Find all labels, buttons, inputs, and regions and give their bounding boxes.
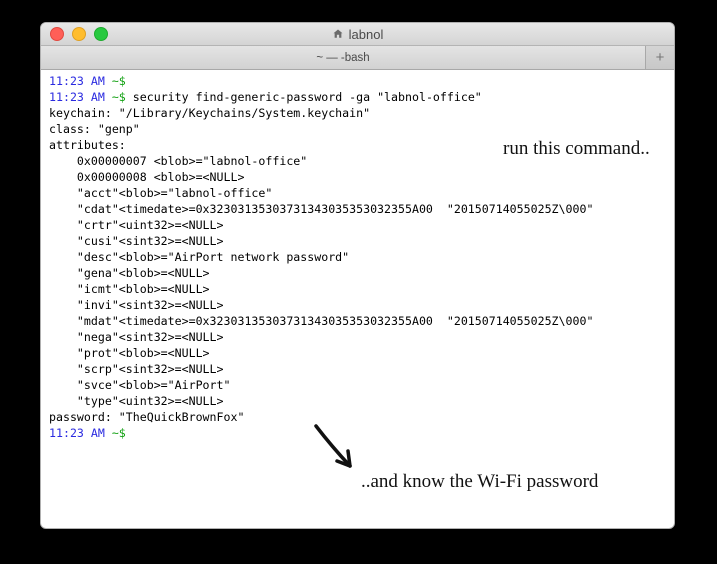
output-line: "cdat"<timedate>=0x323031353037313430353… [49, 202, 666, 218]
output-line: 0x00000008 <blob>=<NULL> [49, 170, 666, 186]
password-line: password: "TheQuickBrownFox" [49, 410, 666, 426]
new-tab-button[interactable]: + [646, 46, 674, 69]
tab-label: ~ — -bash [316, 52, 369, 64]
output-line: class: "genp" [49, 122, 666, 138]
output-line: "desc"<blob>="AirPort network password" [49, 250, 666, 266]
output-line: "cusi"<sint32>=<NULL> [49, 234, 666, 250]
output-line: 0x00000007 <blob>="labnol-office" [49, 154, 666, 170]
terminal-window: labnol ~ — -bash + 11:23 AM ~$11:23 AM ~… [40, 22, 675, 529]
command-line: 11:23 AM ~$ security find-generic-passwo… [49, 90, 666, 106]
output-line: "nega"<sint32>=<NULL> [49, 330, 666, 346]
traffic-lights [41, 27, 108, 41]
output-line: "icmt"<blob>=<NULL> [49, 282, 666, 298]
close-button[interactable] [50, 27, 64, 41]
plus-icon: + [656, 49, 665, 66]
tab-bash[interactable]: ~ — -bash [41, 46, 646, 69]
prompt-line: 11:23 AM ~$ [49, 426, 666, 442]
output-line: "crtr"<uint32>=<NULL> [49, 218, 666, 234]
output-line: "prot"<blob>=<NULL> [49, 346, 666, 362]
output-line: attributes: [49, 138, 666, 154]
prompt-line: 11:23 AM ~$ [49, 74, 666, 90]
output-line: "type"<uint32>=<NULL> [49, 394, 666, 410]
terminal-content[interactable]: 11:23 AM ~$11:23 AM ~$ security find-gen… [41, 70, 674, 450]
output-line: "acct"<blob>="labnol-office" [49, 186, 666, 202]
annotation-know-password: ..and know the Wi-Fi password [361, 471, 598, 493]
output-line: "mdat"<timedate>=0x323031353037313430353… [49, 314, 666, 330]
window-title: labnol [349, 27, 384, 42]
output-line: "gena"<blob>=<NULL> [49, 266, 666, 282]
output-line: "svce"<blob>="AirPort" [49, 378, 666, 394]
maximize-button[interactable] [94, 27, 108, 41]
minimize-button[interactable] [72, 27, 86, 41]
home-icon [332, 28, 344, 40]
tab-bar: ~ — -bash + [41, 46, 674, 70]
output-line: "scrp"<sint32>=<NULL> [49, 362, 666, 378]
titlebar: labnol [41, 23, 674, 46]
output-line: keychain: "/Library/Keychains/System.key… [49, 106, 666, 122]
output-line: "invi"<sint32>=<NULL> [49, 298, 666, 314]
